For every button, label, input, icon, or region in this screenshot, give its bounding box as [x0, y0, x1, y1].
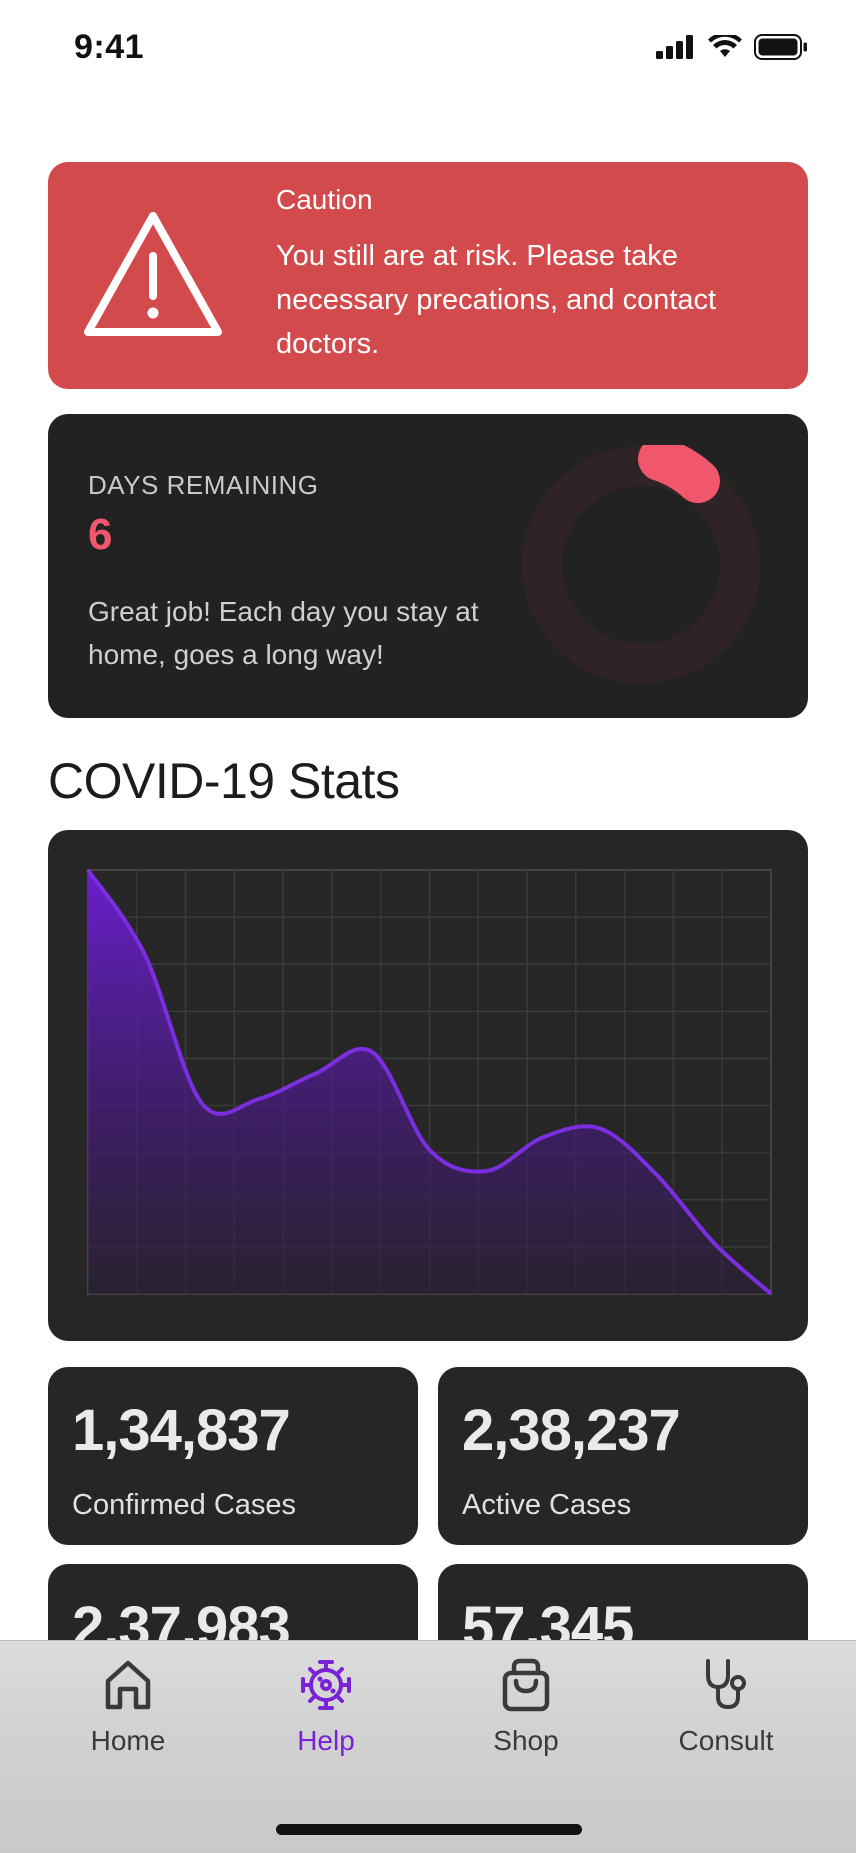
home-icon: [105, 1660, 151, 1710]
tab-label: Shop: [493, 1725, 559, 1756]
virus-icon: [301, 1660, 351, 1710]
stat-card-confirmed[interactable]: 1,34,837 Confirmed Cases: [48, 1367, 418, 1545]
shopping-bag-icon: [502, 1658, 550, 1712]
status-time: 9:41: [74, 28, 145, 66]
caution-title: Caution: [276, 184, 373, 215]
tab-bar: Home Help Shop Consult: [0, 1640, 856, 1853]
battery-icon: [754, 34, 807, 60]
tab-home[interactable]: Home: [28, 1641, 228, 1781]
stat-label: Confirmed Cases: [72, 1489, 297, 1521]
days-remaining-label: DAYS REMAINING: [88, 470, 319, 500]
days-remaining-message: Great job! Each day you stay at home, go…: [88, 596, 479, 670]
stat-label: Active Cases: [462, 1489, 632, 1521]
stethoscope-icon: [706, 1659, 746, 1710]
days-remaining-count: 6: [88, 510, 113, 559]
warning-icon: [84, 212, 222, 336]
tab-shop[interactable]: Shop: [426, 1641, 626, 1781]
stat-card-active[interactable]: 2,38,237 Active Cases: [438, 1367, 808, 1545]
status-icons: [656, 34, 808, 60]
tab-consult[interactable]: Consult: [626, 1641, 826, 1781]
tab-help[interactable]: Help: [226, 1641, 426, 1781]
home-indicator: [276, 1824, 582, 1835]
cellular-signal-icon: [656, 35, 693, 59]
stats-chart: [86, 868, 773, 1296]
stat-value: 2,38,237: [462, 1398, 681, 1463]
tab-label: Help: [297, 1725, 355, 1756]
tab-label: Home: [90, 1725, 166, 1756]
tab-label: Consult: [678, 1725, 774, 1756]
status-bar: 9:41: [0, 0, 856, 100]
stats-section-title: COVID-19 Stats: [48, 753, 400, 809]
days-progress-ring: [522, 445, 760, 684]
caution-message: You still are at risk. Please take neces…: [276, 240, 717, 360]
stat-value: 1,34,837: [72, 1398, 291, 1463]
wifi-icon: [708, 35, 742, 57]
